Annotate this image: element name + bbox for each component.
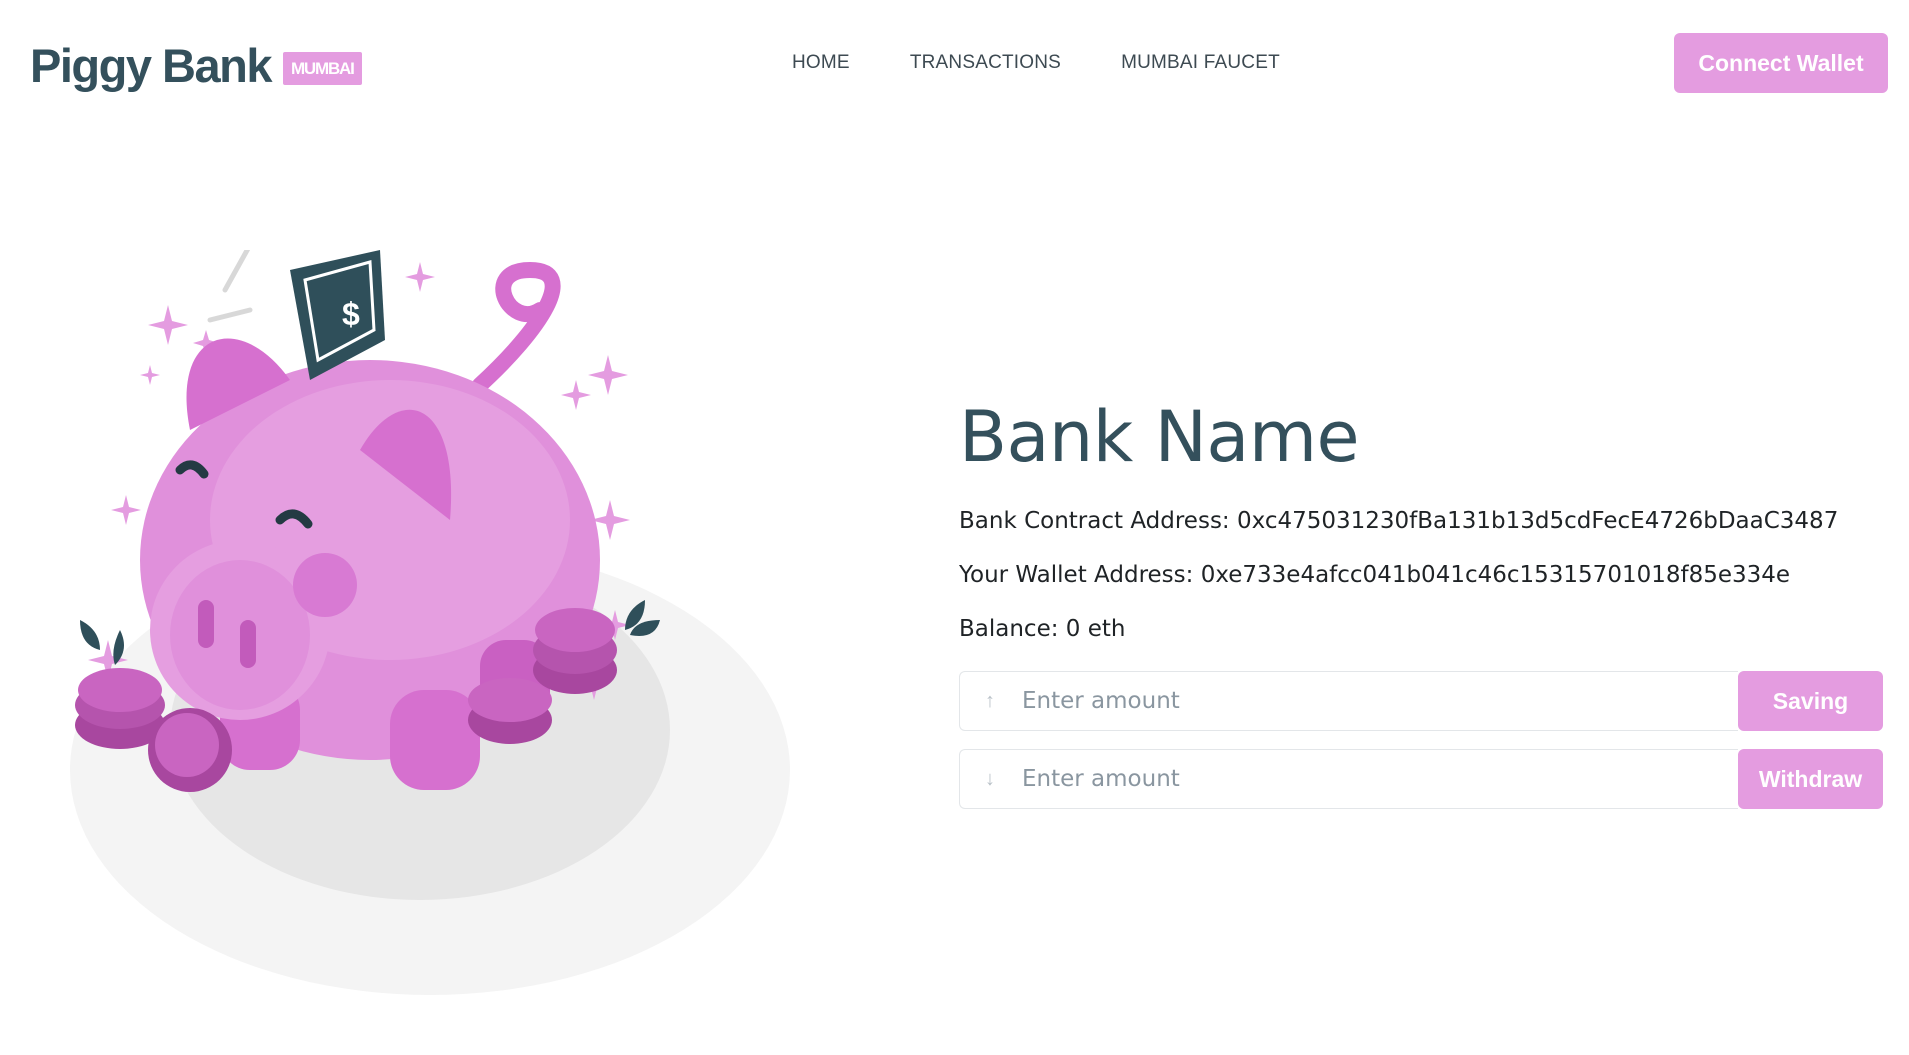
- arrow-up-icon: ↑: [985, 689, 995, 712]
- withdraw-amount-input[interactable]: [1020, 750, 1738, 808]
- piggy-bank-illustration: $: [70, 250, 790, 995]
- navbar: Piggy Bank MUMBAI HOME TRANSACTIONS MUMB…: [0, 0, 1909, 130]
- balance-value: 0 eth: [1065, 616, 1126, 642]
- connect-wallet-button[interactable]: Connect Wallet: [1674, 33, 1888, 93]
- network-badge: MUMBAI: [282, 52, 362, 85]
- deposit-amount-input[interactable]: [1020, 672, 1738, 730]
- contract-address-line: Bank Contract Address: 0xc475031230fBa13…: [959, 509, 1884, 533]
- contract-address-value: 0xc475031230fBa131b13d5cdFecE4726bDaaC34…: [1237, 508, 1839, 534]
- bank-name-heading: Bank Name: [959, 396, 1360, 478]
- nav-link-mumbai-faucet[interactable]: MUMBAI FAUCET: [1121, 52, 1280, 74]
- bank-panel: Bank Name Bank Contract Address: 0xc4750…: [959, 395, 1884, 827]
- brand-title: Piggy Bank: [30, 39, 272, 92]
- balance-label: Balance:: [959, 616, 1066, 642]
- contract-address-label: Bank Contract Address:: [959, 508, 1237, 534]
- brand-logo[interactable]: Piggy Bank MUMBAI: [30, 38, 362, 93]
- wallet-address-value: 0xe733e4afcc041b041c46c15315701018f85e33…: [1200, 562, 1791, 588]
- arrow-down-icon: ↓: [985, 767, 995, 790]
- saving-button[interactable]: Saving: [1738, 671, 1883, 731]
- nav-link-transactions[interactable]: TRANSACTIONS: [910, 52, 1061, 74]
- nav-links: HOME TRANSACTIONS MUMBAI FAUCET: [792, 52, 1280, 74]
- withdraw-input-group: ↓: [959, 749, 1738, 809]
- deposit-form: ↑ Saving: [959, 671, 1883, 731]
- deposit-input-group: ↑: [959, 671, 1738, 731]
- wallet-address-line: Your Wallet Address: 0xe733e4afcc041b041…: [959, 563, 1884, 587]
- withdraw-button[interactable]: Withdraw: [1738, 749, 1883, 809]
- nav-link-home[interactable]: HOME: [792, 52, 850, 74]
- svg-text:$: $: [342, 296, 360, 332]
- balance-line: Balance: 0 eth: [959, 617, 1884, 641]
- withdraw-form: ↓ Withdraw: [959, 749, 1883, 809]
- wallet-address-label: Your Wallet Address:: [959, 562, 1201, 588]
